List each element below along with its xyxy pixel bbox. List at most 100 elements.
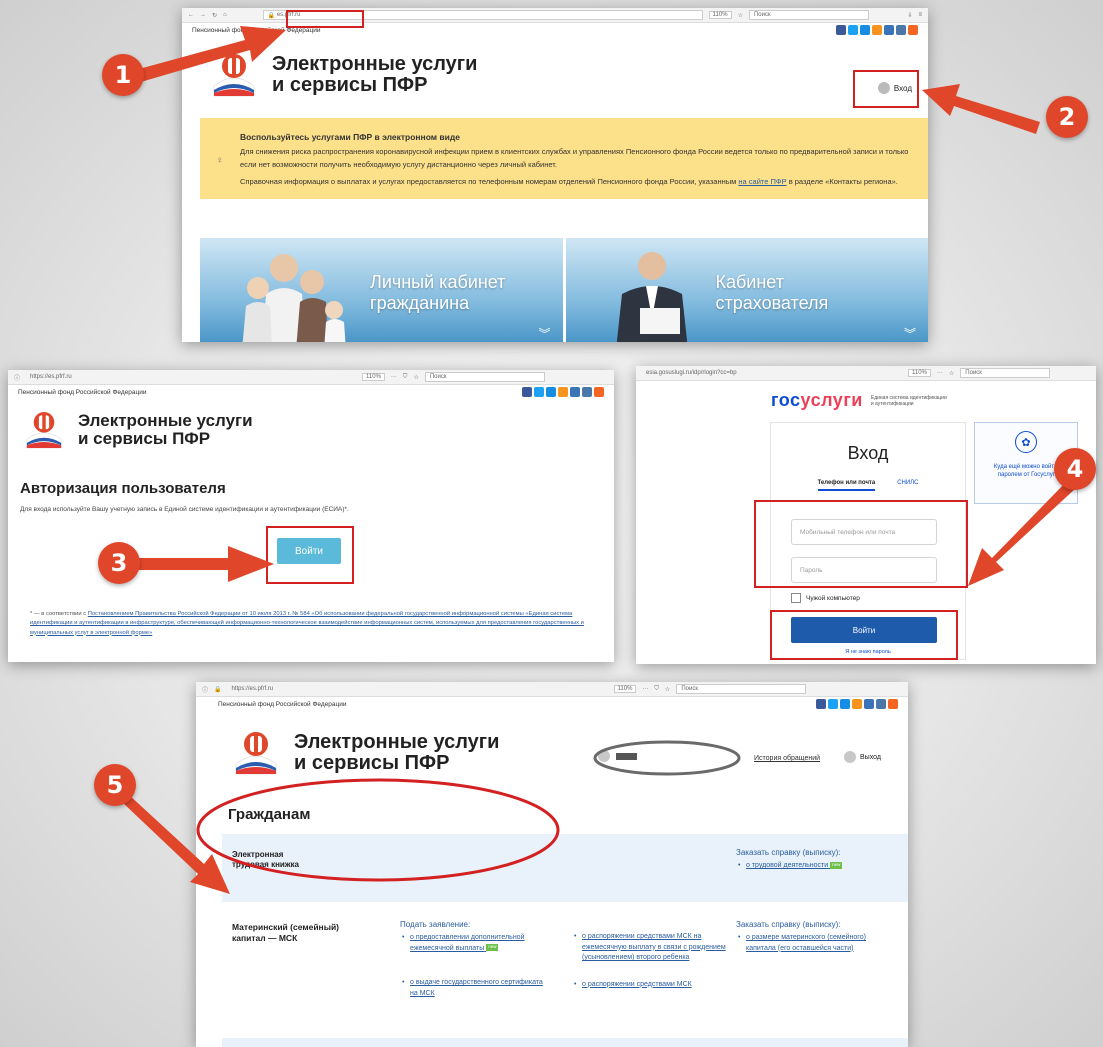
odnoklassniki-icon[interactable] xyxy=(558,387,568,397)
gosuslugi-brand[interactable]: госуслуги Единая система идентификации и… xyxy=(771,390,951,411)
bookmark-icon[interactable]: ☆ xyxy=(413,374,418,381)
rss-icon[interactable] xyxy=(908,25,918,35)
site-logo[interactable]: Электронные услуги и сервисы ПФР xyxy=(228,730,499,776)
info-icon[interactable]: ⓘ xyxy=(14,373,20,382)
facebook-icon[interactable] xyxy=(816,699,826,709)
site-title: Электронные услуги и сервисы ПФР xyxy=(78,412,253,448)
twitter-icon[interactable] xyxy=(534,387,544,397)
citizen-cabinet-line2: гражданина xyxy=(370,292,470,313)
rss-icon[interactable] xyxy=(594,387,604,397)
menu-icon[interactable]: ≡ xyxy=(918,12,922,18)
highlight-credentials xyxy=(754,500,968,588)
history-link[interactable]: История обращений xyxy=(754,755,820,762)
more-icon[interactable]: ··· xyxy=(937,370,943,376)
bookmark-icon[interactable]: ☆ xyxy=(665,686,670,693)
notice-para2-end: в разделе «Контакты региона». xyxy=(788,176,898,186)
twitter-icon[interactable] xyxy=(828,699,838,709)
new-badge: new xyxy=(830,861,843,869)
site-logo[interactable]: Электронные услуги и сервисы ПФР xyxy=(20,410,253,450)
odnoklassniki-icon[interactable] xyxy=(872,25,882,35)
site-title-line2: и сервисы ПФР xyxy=(272,74,428,96)
mail-icon[interactable] xyxy=(840,699,850,709)
info-icon[interactable]: ⓘ xyxy=(202,685,208,694)
step-badge-2: 2 xyxy=(1046,96,1088,138)
site-title-line2: и сервисы ПФР xyxy=(78,429,211,448)
twitter-icon[interactable] xyxy=(848,25,858,35)
address-bar[interactable]: https://es.pfrf.ru xyxy=(228,684,608,694)
zoom-indicator[interactable]: 110% xyxy=(908,369,931,377)
zoom-indicator[interactable]: 110% xyxy=(613,685,637,693)
tab-phone-email[interactable]: Телефон или почта xyxy=(817,480,876,491)
search-box[interactable]: Поиск xyxy=(748,10,869,20)
family-photo-icon xyxy=(242,254,346,342)
auth-description: Для входа используйте Вашу учетную запис… xyxy=(20,506,349,513)
zoom-indicator[interactable]: 110% xyxy=(708,11,732,19)
highlight-url-box xyxy=(286,10,364,28)
vk-icon[interactable] xyxy=(896,25,906,35)
regulation-link[interactable]: Постановлением Правительства Российской … xyxy=(30,611,584,636)
youtube-icon[interactable] xyxy=(884,25,894,35)
search-box[interactable]: Поиск xyxy=(960,368,1051,378)
msk-additional-payment-link[interactable]: о предоставлении дополнительной ежемесяч… xyxy=(400,933,550,954)
notice-para2-text: Справочная информация о выплатах и услуг… xyxy=(240,176,737,186)
mail-icon[interactable] xyxy=(546,387,556,397)
footnote-text: * — в соответствии с xyxy=(30,611,87,617)
foreign-computer-checkbox[interactable]: Чужой компьютер xyxy=(791,593,860,603)
site-title-line1: Электронные услуги xyxy=(78,411,253,431)
downloads-icon[interactable]: ⇩ xyxy=(907,12,912,19)
vk-icon[interactable] xyxy=(876,699,886,709)
checkbox-icon[interactable] xyxy=(791,593,801,603)
browser-toolbar: ⓘ https://es.pfrf.ru 110% ··· ⛉ ☆ Поиск xyxy=(8,370,614,385)
odnoklassniki-icon[interactable] xyxy=(852,699,862,709)
arrow-2-icon xyxy=(922,84,1040,134)
tab-snils[interactable]: СНИЛС xyxy=(897,480,918,491)
pfr-site-link[interactable]: на сайте ПФР xyxy=(738,177,786,186)
browser-toolbar: esia.gosuslugi.ru/idp/rlogin?cc=bp 110% … xyxy=(636,366,1096,381)
more-icon[interactable]: ··· xyxy=(391,374,397,380)
msk-disposal-link[interactable]: о распоряжении средствами МСК xyxy=(572,980,732,991)
rss-icon[interactable] xyxy=(888,699,898,709)
browser-toolbar: ⓘ 🔒 https://es.pfrf.ru 110% ··· ⛉ ☆ Поис… xyxy=(196,682,908,697)
bookmark-icon[interactable]: ☆ xyxy=(738,12,743,19)
step-badge-1: 1 xyxy=(102,54,144,96)
msk-capital-amount-link[interactable]: о размере материнского (семейного) капит… xyxy=(736,933,886,954)
search-placeholder: Поиск xyxy=(429,374,447,380)
search-box[interactable]: Поиск xyxy=(424,372,545,382)
etk-labor-activity-link[interactable]: о трудовой деятельности new xyxy=(736,861,906,872)
youtube-icon[interactable] xyxy=(864,699,874,709)
pocket-icon[interactable]: ⛉ xyxy=(403,374,408,381)
citizen-cabinet-banner[interactable]: Личный кабинет гражданина ︾ xyxy=(200,238,563,342)
lightbulb-icon: ♀ xyxy=(216,155,224,166)
facebook-icon[interactable] xyxy=(522,387,532,397)
pocket-icon[interactable]: ⛉ xyxy=(654,686,659,693)
arrow-3-icon xyxy=(130,546,274,582)
search-box[interactable]: Поиск xyxy=(676,684,807,694)
logout-link[interactable]: Выход xyxy=(844,751,881,763)
login-title: Вход xyxy=(847,443,889,463)
chevron-down-icon[interactable]: ︾ xyxy=(538,325,550,342)
msk-order-label: Заказать справку (выписку): xyxy=(736,920,841,929)
mail-icon[interactable] xyxy=(860,25,870,35)
facebook-icon[interactable] xyxy=(836,25,846,35)
step-badge-4: 4 xyxy=(1054,448,1096,490)
youtube-icon[interactable] xyxy=(570,387,580,397)
msk-apply-column-1: Подать заявление: о предоставлении допол… xyxy=(400,920,550,999)
msk-title-line2: капитал — МСК xyxy=(232,933,298,944)
search-placeholder: Поиск xyxy=(681,686,698,692)
address-bar[interactable]: https://es.pfrf.ru xyxy=(26,372,356,382)
panel-authorization: ⓘ https://es.pfrf.ru 110% ··· ⛉ ☆ Поиск … xyxy=(8,370,614,662)
site-top-strip: Пенсионный фонд Российской Федерации xyxy=(8,385,614,399)
msk-section: Материнский (семейный) капитал — МСК Под… xyxy=(222,910,908,1030)
address-bar[interactable]: esia.gosuslugi.ru/idp/rlogin?cc=bp xyxy=(642,368,902,378)
vk-icon[interactable] xyxy=(582,387,592,397)
zoom-indicator[interactable]: 110% xyxy=(362,373,385,381)
employer-cabinet-banner[interactable]: Кабинет страхователя ︾ xyxy=(565,238,928,342)
employer-cabinet-title: Кабинет страхователя xyxy=(716,272,829,313)
chevron-down-icon[interactable]: ︾ xyxy=(904,325,916,342)
more-icon[interactable]: ··· xyxy=(642,686,648,692)
org-name: Пенсионный фонд Российской Федерации xyxy=(218,700,347,708)
msk-monthly-payment-link[interactable]: о распоряжении средствами МСК на ежемеся… xyxy=(572,932,732,964)
bookmark-icon[interactable]: ☆ xyxy=(949,370,954,377)
footnote: * — в соответствии с Постановлением Прав… xyxy=(30,610,600,638)
msk-certificate-link[interactable]: о выдаче государственного сертификата на… xyxy=(400,978,550,999)
